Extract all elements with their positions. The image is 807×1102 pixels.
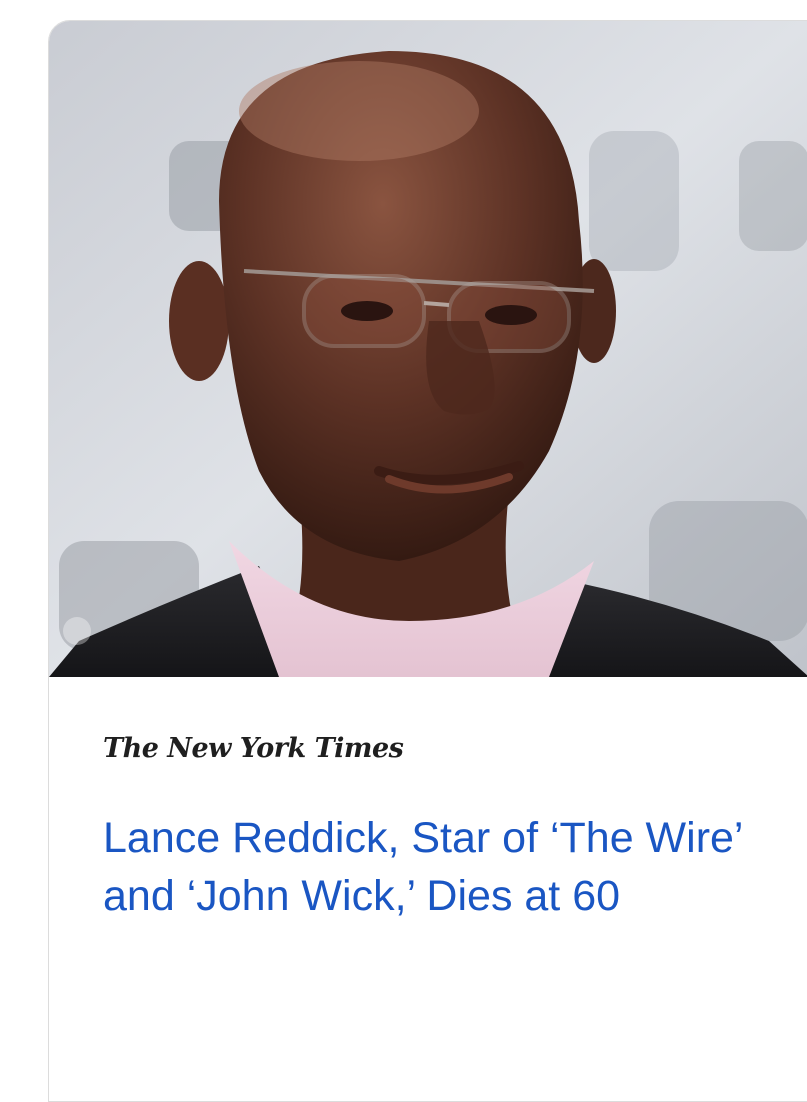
news-thumbnail[interactable] [49,21,807,677]
publisher-logo: The New York Times [103,725,404,773]
headline-link[interactable]: Lance Reddick, Star of ‘The Wire’ and ‘J… [103,809,753,925]
portrait-photo [49,21,807,677]
news-card[interactable]: The New York Times Lance Reddick, Star o… [48,20,807,1102]
publisher-name: The New York Times [103,733,404,764]
